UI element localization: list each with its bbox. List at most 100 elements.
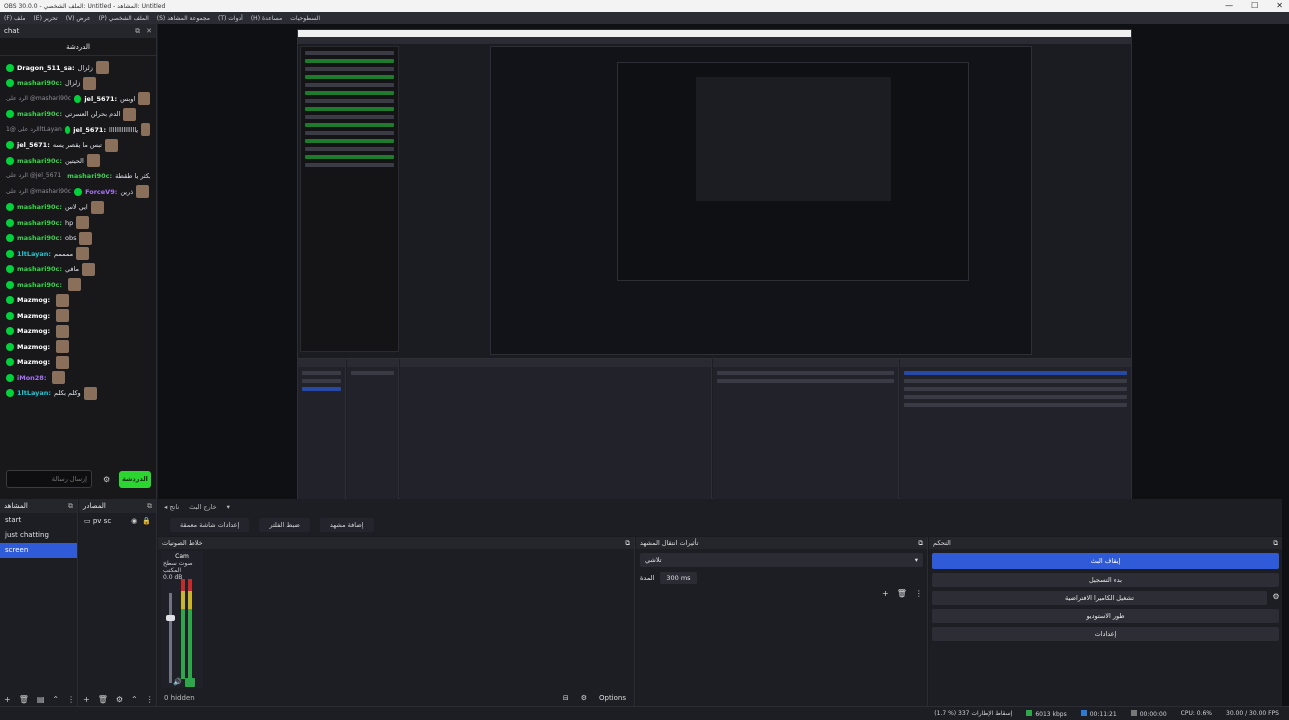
chat-username[interactable]: jel_5671:: [17, 142, 50, 149]
virtual-camera-button[interactable]: تشغيل الكاميرا الافتراضية: [932, 591, 1267, 605]
nested-preview-2: [490, 46, 1032, 355]
transition-type: تلاشي: [645, 556, 662, 564]
menu-file[interactable]: (F) ملف: [4, 15, 25, 22]
undock-icon[interactable]: ⧉: [135, 27, 140, 36]
lock-icon[interactable]: 🔒: [142, 517, 151, 525]
toolbar-dropdown[interactable]: ▾: [227, 503, 230, 511]
add-icon[interactable]: +: [4, 695, 11, 704]
controls-dock: التحكم ⧉ إيقاف البث بدء التسجيل تشغيل الك…: [929, 537, 1282, 706]
chat-message: Mazmog:: [6, 324, 150, 340]
transition-select[interactable]: تلاشي ▾: [640, 553, 923, 567]
headphones-icon[interactable]: [185, 678, 195, 687]
context-bar: إعدادات شاشة معمقة ضبط الفلتر إضافة مشهد: [158, 514, 1282, 536]
chat-username[interactable]: mashari90c:: [17, 266, 62, 273]
more-icon[interactable]: ⋮: [67, 695, 75, 704]
gear-icon[interactable]: ⚙: [103, 475, 110, 484]
chat-username[interactable]: Dragon_511_sa:: [17, 64, 75, 72]
chat-username[interactable]: mashari90c:: [17, 80, 62, 87]
chat-username[interactable]: 1ltLayan:: [17, 250, 51, 258]
tab-deep-settings[interactable]: إعدادات شاشة معمقة: [170, 518, 250, 532]
chat-text: اوبس: [120, 94, 136, 103]
undock-icon[interactable]: ⧉: [68, 502, 73, 511]
add-icon[interactable]: +: [83, 695, 90, 704]
gear-icon[interactable]: ⚙: [1270, 592, 1282, 601]
toolbar-item[interactable]: ◂ ناتج: [164, 503, 179, 511]
chat-input[interactable]: إرسال رسالة: [6, 470, 92, 488]
mixer-gear-icon[interactable]: ⚙: [581, 694, 587, 702]
trash-icon[interactable]: 🗑: [98, 695, 108, 704]
chat-text: تبس ما يقصر يسه: [52, 141, 102, 149]
preview-canvas[interactable]: [158, 24, 1282, 499]
gear-icon[interactable]: ⚙: [116, 695, 123, 704]
maximize-button[interactable]: ☐: [1251, 0, 1258, 12]
duration-label: المدة: [640, 574, 655, 582]
chat-username[interactable]: mashari90c:: [67, 173, 112, 180]
source-item[interactable]: ▭ pv sc ◉ 🔒: [79, 513, 156, 528]
menu-docks[interactable]: السطوحيات: [290, 15, 320, 22]
hidden-count[interactable]: 0 hidden: [164, 694, 195, 702]
start-recording-button[interactable]: بدء التسجيل: [932, 573, 1279, 587]
chat-text: يااااااااااااااا: [109, 125, 139, 134]
chat-username[interactable]: jel_5671:: [73, 126, 106, 134]
chat-username[interactable]: Mazmog:: [17, 312, 50, 320]
filter-icon[interactable]: ▤: [37, 695, 45, 704]
undock-icon[interactable]: ⧉: [147, 502, 152, 511]
emote-icon: [136, 185, 150, 199]
chat-username[interactable]: 1ltLayan:: [17, 390, 51, 397]
trash-icon[interactable]: 🗑: [897, 589, 907, 598]
up-icon[interactable]: ⌃: [131, 695, 138, 704]
eye-icon[interactable]: ◉: [131, 517, 137, 525]
emote-icon: [56, 340, 70, 354]
undock-icon[interactable]: ⧉: [1273, 539, 1278, 548]
chat-username[interactable]: mashari90c:: [17, 157, 62, 165]
scene-item-just-chatting[interactable]: just chatting: [0, 528, 77, 543]
chat-username[interactable]: iMon28:: [17, 374, 46, 382]
close-icon[interactable]: ✕: [146, 27, 152, 36]
minimize-button[interactable]: —: [1225, 0, 1233, 12]
menu-profile[interactable]: (P) الملف الشخصي: [99, 15, 149, 22]
undock-icon[interactable]: ⧉: [625, 539, 630, 548]
studio-mode-button[interactable]: طور الاستوديو: [932, 609, 1279, 623]
close-button[interactable]: ✕: [1276, 0, 1283, 12]
chat-username[interactable]: mashari90c:: [17, 235, 62, 242]
menu-help[interactable]: (H) مساعدة: [251, 15, 282, 22]
channel-device[interactable]: صوت سطح المكتب: [163, 560, 203, 574]
up-icon[interactable]: ⌃: [52, 695, 59, 704]
chat-username[interactable]: ForceV9:: [85, 188, 117, 196]
tab-filter[interactable]: ضبط الفلتر: [259, 518, 310, 532]
chat-text: الله يكثر يا طقطة: [115, 172, 150, 180]
undock-icon[interactable]: ⧉: [918, 539, 923, 548]
options-button[interactable]: Options: [599, 694, 626, 702]
chat-send-button[interactable]: الدردشة: [119, 471, 151, 488]
toolbar-item[interactable]: خارج البث: [189, 503, 217, 511]
settings-button[interactable]: إعدادات: [932, 627, 1279, 641]
more-icon[interactable]: ⋮: [915, 589, 923, 598]
mixer-settings-icon[interactable]: ⊟: [563, 694, 569, 702]
stop-streaming-button[interactable]: إيقاف البث: [932, 553, 1279, 569]
chat-username[interactable]: mashari90c:: [17, 204, 62, 211]
chat-username[interactable]: mashari90c:: [17, 281, 62, 289]
more-icon[interactable]: ⋮: [146, 695, 154, 704]
nested-bottom-docks: [298, 358, 1131, 499]
add-icon[interactable]: +: [882, 589, 889, 598]
tab-add-scene[interactable]: إضافة مشهد: [319, 518, 374, 532]
menu-edit[interactable]: (E) تحرير: [33, 15, 57, 22]
duration-input[interactable]: 300 ms: [660, 572, 697, 584]
trash-icon[interactable]: 🗑: [19, 695, 29, 704]
chat-username[interactable]: mashari90c:: [17, 219, 62, 227]
chat-username[interactable]: Mazmog:: [17, 359, 50, 366]
scene-item-screen[interactable]: screen: [0, 543, 77, 558]
menu-view[interactable]: (V) عرض: [66, 15, 91, 22]
chat-username[interactable]: Mazmog:: [17, 328, 50, 335]
nested-preview-4: [696, 77, 891, 201]
menu-scene-collection[interactable]: (S) مجموعة المشاهد: [157, 15, 210, 22]
chat-username[interactable]: mashari90c:: [17, 111, 62, 118]
chat-username[interactable]: jel_5671:: [84, 95, 117, 103]
volume-slider[interactable]: [166, 593, 175, 683]
chat-username[interactable]: Mazmog:: [17, 343, 50, 351]
scene-item-start[interactable]: start: [0, 513, 77, 528]
chat-username[interactable]: Mazmog:: [17, 297, 50, 304]
speaker-icon[interactable]: 🔊: [173, 678, 182, 686]
volume-knob[interactable]: [166, 615, 175, 621]
menu-tools[interactable]: (T) أدوات: [218, 15, 243, 22]
